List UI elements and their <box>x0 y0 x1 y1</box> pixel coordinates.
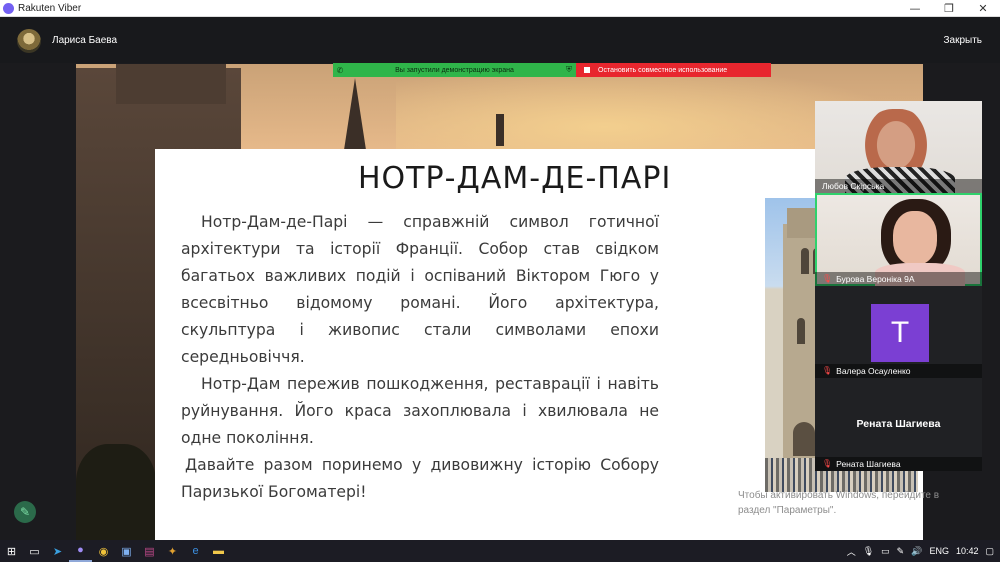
photo-window <box>797 318 805 344</box>
stop-icon <box>584 67 590 73</box>
winamp-icon[interactable]: ✦ <box>161 540 184 562</box>
photo-window <box>801 248 809 274</box>
participant-tile[interactable]: Рената Шагиева 🎙 Рената Шагиева <box>815 378 982 471</box>
microphone-icon[interactable]: 🎙 <box>863 546 874 557</box>
participant-label: 🎙 Рената Шагиева <box>815 457 982 471</box>
window-controls: — ❐ ✕ <box>898 0 1000 17</box>
battery-icon[interactable]: ▭ <box>881 546 890 557</box>
shared-screen: НОТР-ДАМ-ДЕ-ПАРІ Нотр-Дам-де-Парі — спра… <box>76 64 923 540</box>
photo-tower-left <box>787 208 817 238</box>
screen-share-banner: ✆ Вы запустили демонстрацию экрана ⛨ <box>333 63 576 77</box>
chevron-up-icon[interactable]: ︿ <box>847 545 856 558</box>
watermark-line: раздел "Параметры". <box>738 505 837 516</box>
maximize-button[interactable]: ❐ <box>932 0 966 17</box>
cathedral-tower-top <box>116 64 226 104</box>
edge-icon[interactable]: e <box>184 540 207 562</box>
participant-initial-avatar: T <box>871 304 929 362</box>
mic-muted-icon: 🎙 <box>822 459 833 468</box>
participant-label: 🎙 Бурова Вероніка 9А <box>815 272 982 286</box>
telegram-icon[interactable]: ➤ <box>46 540 69 562</box>
phone-icon: ✆ <box>336 65 344 75</box>
viber-logo-icon <box>3 2 14 14</box>
windows-start-icon[interactable]: ⊞ <box>0 540 23 562</box>
volume-icon[interactable]: 🔊 <box>911 546 922 557</box>
shield-icon: ⛨ <box>566 65 572 74</box>
slide-paragraph: Нотр-Дам-де-Парі — справжній символ готи… <box>181 213 659 366</box>
slide-paragraph: Нотр-Дам пережив пошкодження, реставраці… <box>181 375 659 447</box>
zoom-icon[interactable]: ▣ <box>115 540 138 562</box>
minimize-button[interactable]: — <box>898 0 932 17</box>
participant-tile-active[interactable]: 🎙 Бурова Вероніка 9А <box>815 193 982 286</box>
windows-taskbar: ⊞ ▭ ➤ ● ◉ ▣ ▤ ✦ e ▬ ︿ 🎙 ▭ ✎ 🔊 ENG 10:42 … <box>0 540 1000 562</box>
photo-portal <box>793 422 815 456</box>
mic-muted-icon: 🎙 <box>822 366 833 375</box>
system-tray: ︿ 🎙 ▭ ✎ 🔊 ENG 10:42 ▢ <box>847 545 1000 558</box>
app-icon[interactable]: ▤ <box>138 540 161 562</box>
screen-share-text: Вы запустили демонстрацию экрана <box>395 66 514 74</box>
participant-label: Любов Скірська <box>815 179 982 193</box>
participant-video <box>893 211 937 265</box>
mic-muted-icon: 🎙 <box>822 274 833 283</box>
participant-label: 🎙 Валера Осауленко <box>815 364 982 378</box>
cathedral-spire <box>344 78 366 150</box>
trees <box>76 444 156 540</box>
participant-tile[interactable]: T 🎙 Валера Осауленко <box>815 286 982 378</box>
close-window-button[interactable]: ✕ <box>966 0 1000 17</box>
slide-paragraph: Давайте разом поринемо у дивовижну істор… <box>181 456 659 501</box>
file-explorer-icon[interactable]: ▬ <box>207 540 230 562</box>
participant-tile[interactable]: Любов Скірська <box>815 101 982 193</box>
participant-display-name: Рената Шагиева <box>856 418 941 430</box>
clock[interactable]: 10:42 <box>956 546 979 556</box>
stop-sharing-button[interactable]: Остановить совместное использование <box>576 63 771 77</box>
call-header: Лариса Баева Закрыть <box>0 17 1000 63</box>
caller-avatar <box>17 29 41 53</box>
viber-icon[interactable]: ● <box>69 540 92 562</box>
slide-body: Нотр-Дам-де-Парі — справжній символ готи… <box>181 209 659 506</box>
presentation-slide: НОТР-ДАМ-ДЕ-ПАРІ Нотр-Дам-де-Парі — спра… <box>155 149 923 540</box>
participant-name: Валера Осауленко <box>836 366 911 376</box>
chrome-icon[interactable]: ◉ <box>92 540 115 562</box>
caller-name: Лариса Баева <box>52 35 118 46</box>
window-titlebar: Rakuten Viber — ❐ ✕ <box>0 0 1000 17</box>
stop-sharing-label: Остановить совместное использование <box>598 66 728 74</box>
participant-name: Рената Шагиева <box>836 459 901 469</box>
window-title: Rakuten Viber <box>18 2 82 14</box>
participant-name: Бурова Вероніка 9А <box>836 274 915 284</box>
notifications-icon[interactable]: ▢ <box>985 546 994 557</box>
close-call-button[interactable]: Закрыть <box>943 35 982 46</box>
task-view-icon[interactable]: ▭ <box>23 540 46 562</box>
pen-icon[interactable]: ✎ <box>897 546 905 557</box>
participant-name: Любов Скірська <box>822 181 885 191</box>
pencil-icon[interactable]: ✎ <box>14 501 36 523</box>
watermark-line: Чтобы активировать Windows, перейдите в <box>738 490 940 501</box>
slide-title: НОТР-ДАМ-ДЕ-ПАРІ <box>358 161 672 196</box>
windows-activation-watermark: Чтобы активировать Windows, перейдите в … <box>738 488 978 518</box>
cathedral-spire-small <box>496 114 504 146</box>
language-indicator[interactable]: ENG <box>929 546 949 556</box>
